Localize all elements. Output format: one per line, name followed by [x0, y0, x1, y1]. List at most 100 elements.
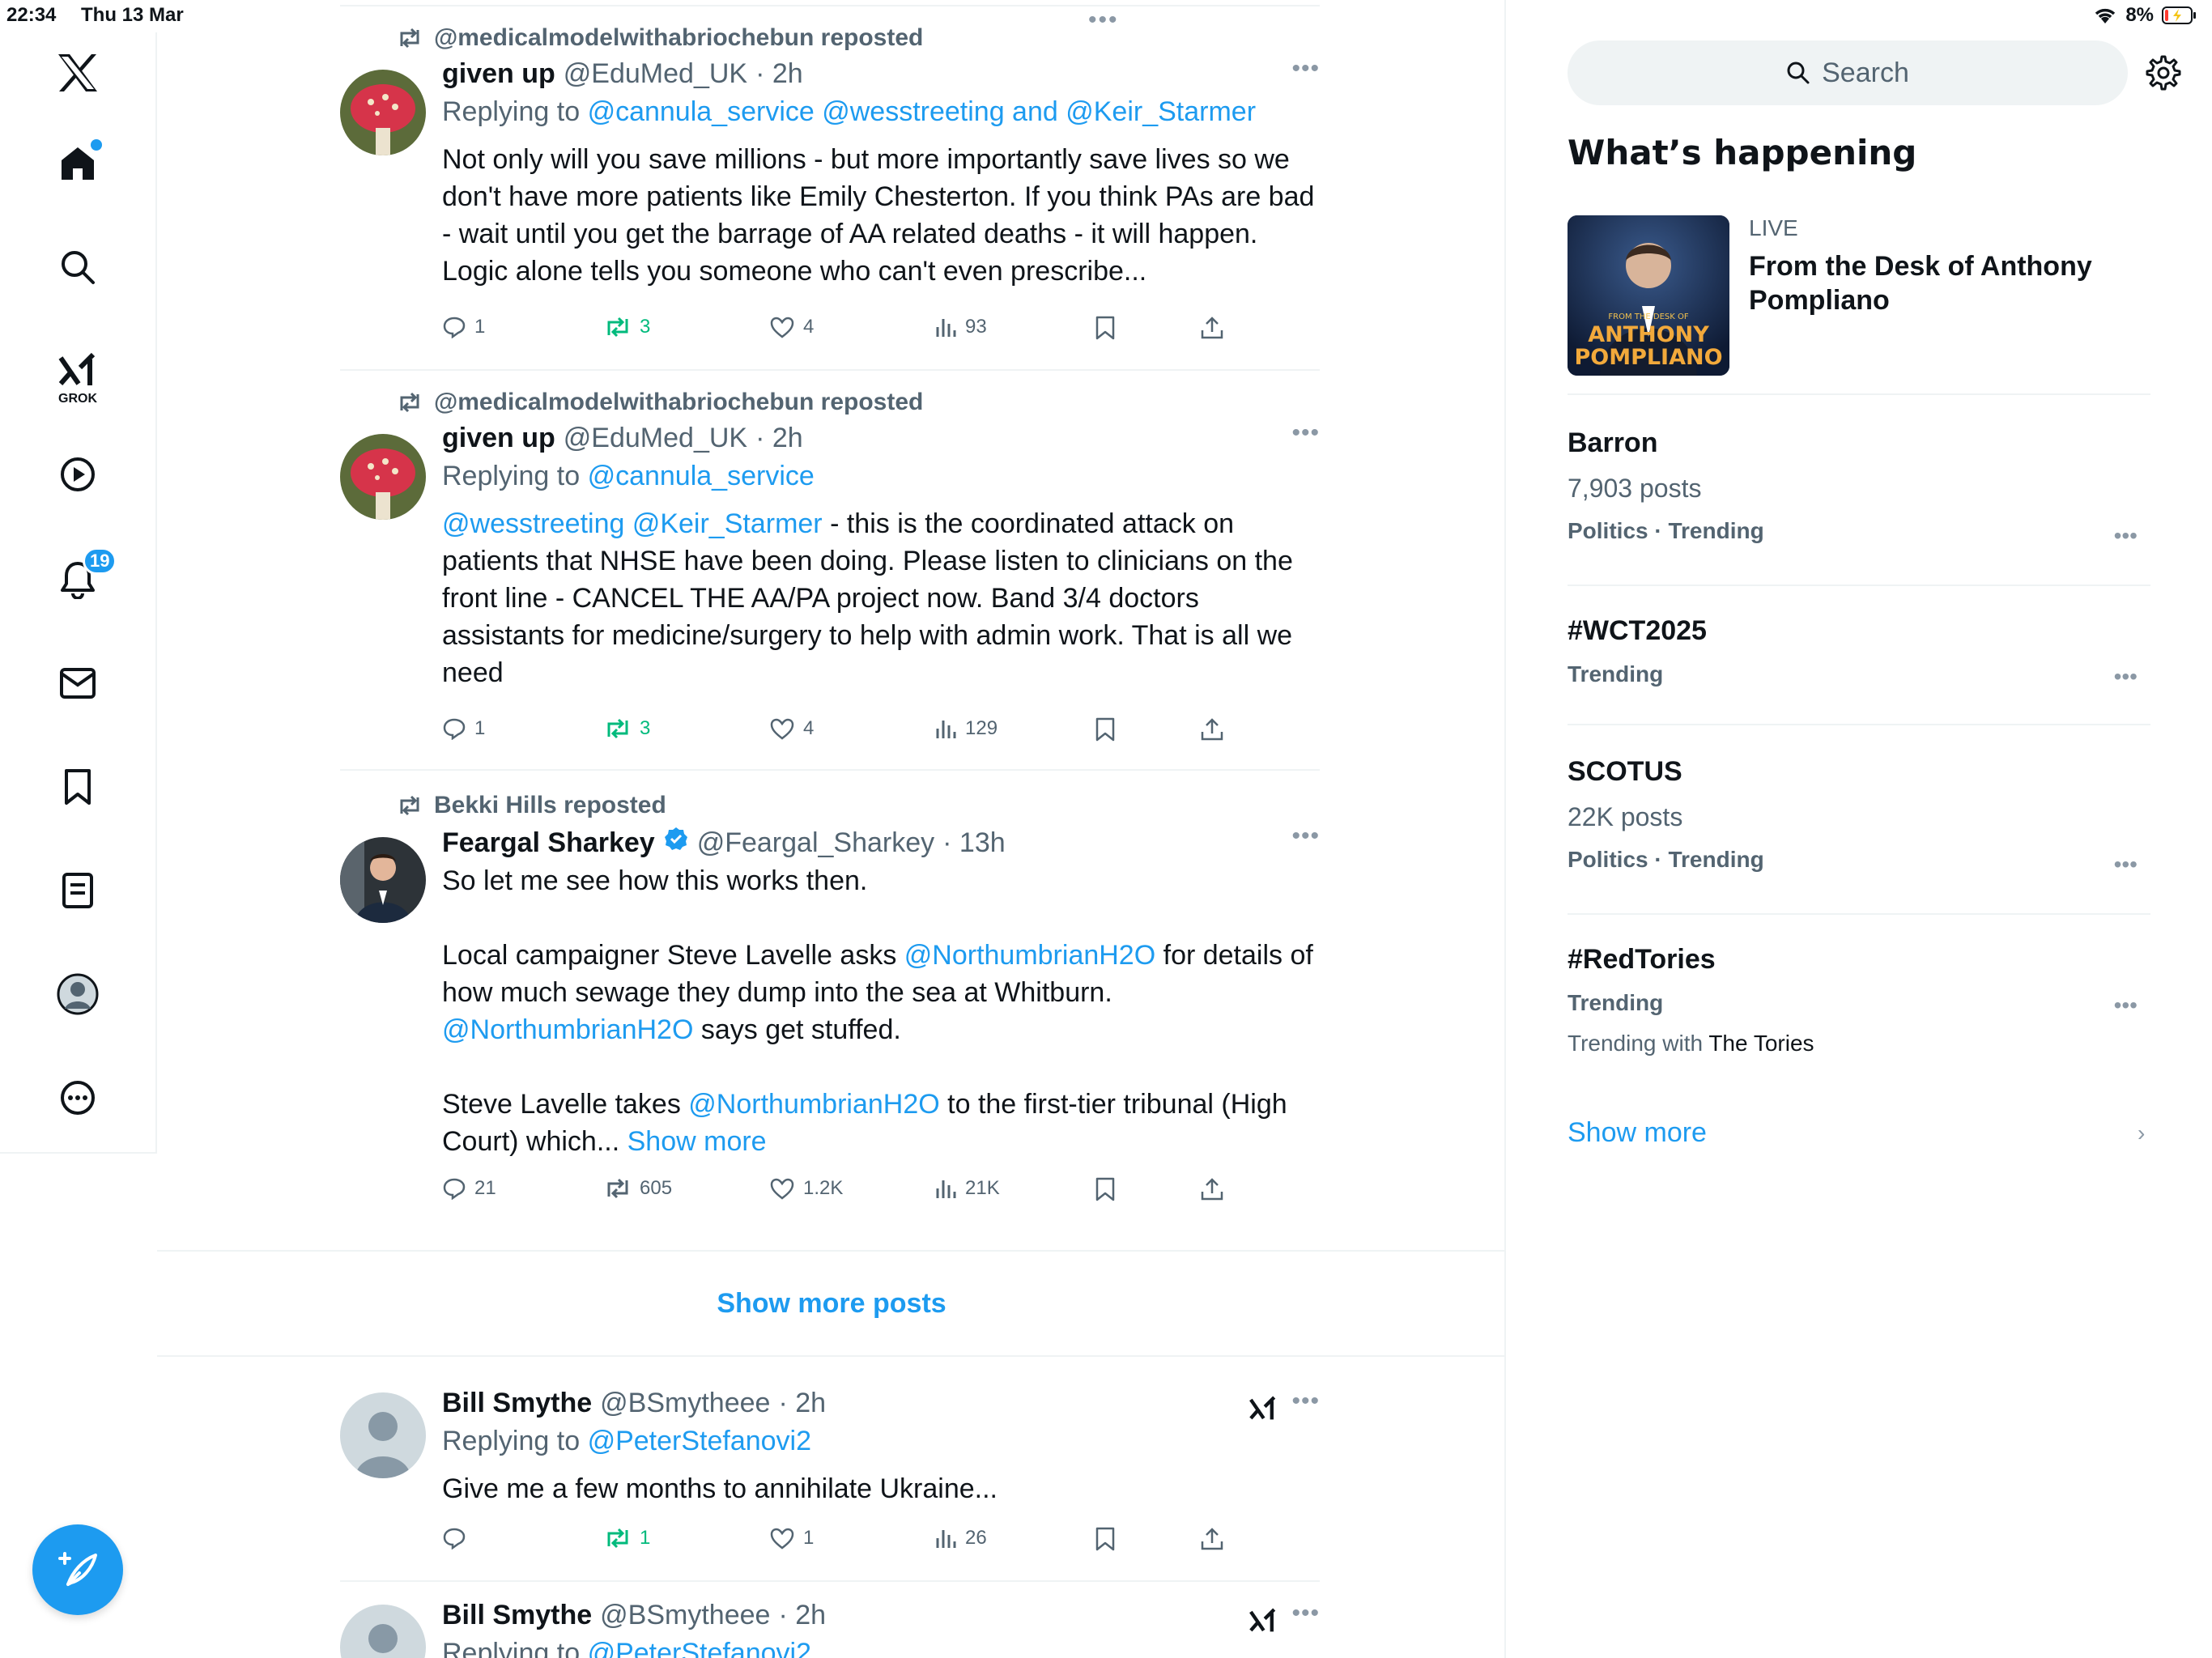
- post[interactable]: Bekki Hills reposted Feargal Sharkey @Fe…: [340, 792, 1320, 1250]
- repost-icon: [400, 28, 419, 49]
- views-button[interactable]: 129: [934, 717, 998, 740]
- like-button[interactable]: 1.2K: [769, 1177, 843, 1200]
- avatar[interactable]: [340, 1392, 426, 1478]
- mention-link[interactable]: @NorthumbrianH2O: [904, 940, 1155, 971]
- post[interactable]: @medicalmodelwithabriochebun reposted gi…: [340, 24, 1320, 371]
- like-button[interactable]: 4: [769, 316, 814, 338]
- compose-post-button[interactable]: [32, 1524, 123, 1615]
- trend-more-icon[interactable]: •••: [2114, 852, 2138, 878]
- nav-bookmarks[interactable]: [37, 746, 118, 827]
- post-time[interactable]: · 13h: [942, 827, 1006, 859]
- trend-item[interactable]: SCOTUS 22K posts Politics · Trending •••: [1568, 756, 2150, 915]
- post-time[interactable]: · 2h: [778, 1600, 826, 1631]
- nav-grok[interactable]: GROK: [37, 329, 118, 410]
- repost-icon: [607, 1528, 628, 1549]
- reply-button[interactable]: 21: [442, 1177, 496, 1200]
- repost-count: 3: [640, 316, 651, 338]
- nav-lists[interactable]: [37, 850, 118, 931]
- replying-to-mentions[interactable]: @PeterStefanovi2: [588, 1638, 811, 1658]
- replying-to-mentions[interactable]: @PeterStefanovi2: [588, 1426, 811, 1456]
- post-time[interactable]: · 2h: [755, 58, 803, 90]
- views-button[interactable]: 21K: [934, 1177, 1000, 1200]
- repost-button[interactable]: 3: [604, 717, 650, 740]
- author-name[interactable]: Bill Smythe: [442, 1600, 592, 1631]
- trend-item[interactable]: #RedTories Trending Trending with The To…: [1568, 944, 2150, 1082]
- replying-to-mentions[interactable]: @cannula_service: [588, 461, 815, 491]
- settings-gear-icon[interactable]: [2146, 55, 2181, 95]
- avatar[interactable]: [340, 1605, 426, 1658]
- show-more-link[interactable]: Show more: [627, 1126, 767, 1157]
- avatar[interactable]: [340, 70, 426, 155]
- share-button[interactable]: [1200, 1177, 1224, 1201]
- share-button[interactable]: [1200, 717, 1224, 742]
- author-name[interactable]: given up: [442, 423, 555, 454]
- trend-more-icon[interactable]: •••: [2114, 523, 2138, 549]
- like-button[interactable]: 1: [769, 1527, 814, 1550]
- author-handle[interactable]: @Feargal_Sharkey: [697, 827, 934, 859]
- nav-explore[interactable]: [37, 227, 118, 308]
- reply-button[interactable]: 1: [442, 316, 485, 338]
- author-name[interactable]: Feargal Sharkey: [442, 827, 655, 859]
- trend-related-topic[interactable]: The Tories: [1708, 1031, 1814, 1056]
- show-more-posts-button[interactable]: Show more posts: [157, 1250, 1506, 1357]
- author-name[interactable]: given up: [442, 58, 555, 90]
- share-icon: [1201, 1528, 1223, 1550]
- show-more-trends-link[interactable]: Show more: [1568, 1117, 1707, 1149]
- share-button[interactable]: [1200, 316, 1224, 340]
- author-handle[interactable]: @BSmytheee: [600, 1388, 770, 1419]
- trend-more-icon[interactable]: •••: [2114, 664, 2138, 690]
- trend-more-icon[interactable]: •••: [2114, 993, 2138, 1018]
- grok-icon[interactable]: [1249, 1394, 1278, 1422]
- post-time[interactable]: · 2h: [778, 1388, 826, 1419]
- author-handle[interactable]: @EduMed_UK: [564, 58, 747, 90]
- nav-notifications[interactable]: 19: [37, 539, 118, 620]
- heart-icon: [770, 718, 794, 740]
- grok-icon[interactable]: [1249, 1606, 1278, 1634]
- nav-video[interactable]: [37, 434, 118, 515]
- repost-icon: [607, 317, 628, 338]
- x-logo-icon[interactable]: [37, 32, 118, 113]
- post-more-icon[interactable]: •••: [1291, 1388, 1320, 1415]
- replying-to-mentions[interactable]: @cannula_service @wesstreeting and @Keir…: [588, 96, 1256, 127]
- repost-button[interactable]: 3: [604, 316, 650, 338]
- share-button[interactable]: [1200, 1527, 1224, 1551]
- repost-button[interactable]: 1: [604, 1527, 650, 1550]
- search-input[interactable]: Search: [1568, 40, 2128, 105]
- post-more-icon[interactable]: •••: [1291, 55, 1320, 83]
- author-handle[interactable]: @EduMed_UK: [564, 423, 747, 454]
- post-mentions[interactable]: @wesstreeting @Keir_Starmer: [442, 508, 823, 539]
- heart-icon: [770, 317, 794, 338]
- trend-name: #WCT2025: [1568, 615, 1707, 646]
- post-time[interactable]: · 2h: [755, 423, 803, 454]
- live-event-card[interactable]: FROM THE DESK OF ANTHONY POMPLIANO LIVE …: [1568, 215, 2150, 395]
- views-button[interactable]: 93: [934, 316, 987, 338]
- nav-profile[interactable]: [37, 954, 118, 1035]
- post-more-icon[interactable]: •••: [1291, 1600, 1320, 1627]
- mention-link[interactable]: @NorthumbrianH2O: [442, 1014, 693, 1045]
- nav-messages[interactable]: [37, 643, 118, 724]
- bookmark-button[interactable]: [1095, 316, 1116, 340]
- author-handle[interactable]: @BSmytheee: [600, 1600, 770, 1631]
- nav-more[interactable]: [37, 1057, 118, 1138]
- post[interactable]: Bill Smythe @BSmytheee · 2h Replying to …: [340, 1584, 1320, 1658]
- bookmark-button[interactable]: [1095, 1527, 1116, 1551]
- avatar[interactable]: [340, 837, 426, 923]
- trend-item[interactable]: #WCT2025 Trending •••: [1568, 615, 2150, 725]
- post[interactable]: Bill Smythe @BSmytheee · 2h Replying to …: [340, 1376, 1320, 1582]
- avatar[interactable]: [340, 434, 426, 520]
- author-name[interactable]: Bill Smythe: [442, 1388, 592, 1419]
- views-button[interactable]: 26: [934, 1527, 987, 1550]
- bookmark-button[interactable]: [1095, 1177, 1116, 1201]
- like-button[interactable]: 4: [769, 717, 814, 740]
- post-more-icon[interactable]: •••: [1291, 823, 1320, 850]
- trend-item[interactable]: Barron 7,903 posts Politics · Trending •…: [1568, 427, 2150, 586]
- lists-icon: [62, 873, 93, 908]
- mention-link[interactable]: @NorthumbrianH2O: [688, 1089, 939, 1120]
- bookmark-button[interactable]: [1095, 717, 1116, 742]
- nav-home[interactable]: [37, 123, 118, 204]
- repost-button[interactable]: 605: [604, 1177, 672, 1200]
- post[interactable]: @medicalmodelwithabriochebun reposted gi…: [340, 389, 1320, 771]
- reply-button[interactable]: 1: [442, 717, 485, 740]
- reply-button[interactable]: [442, 1527, 474, 1550]
- post-more-icon[interactable]: •••: [1291, 419, 1320, 447]
